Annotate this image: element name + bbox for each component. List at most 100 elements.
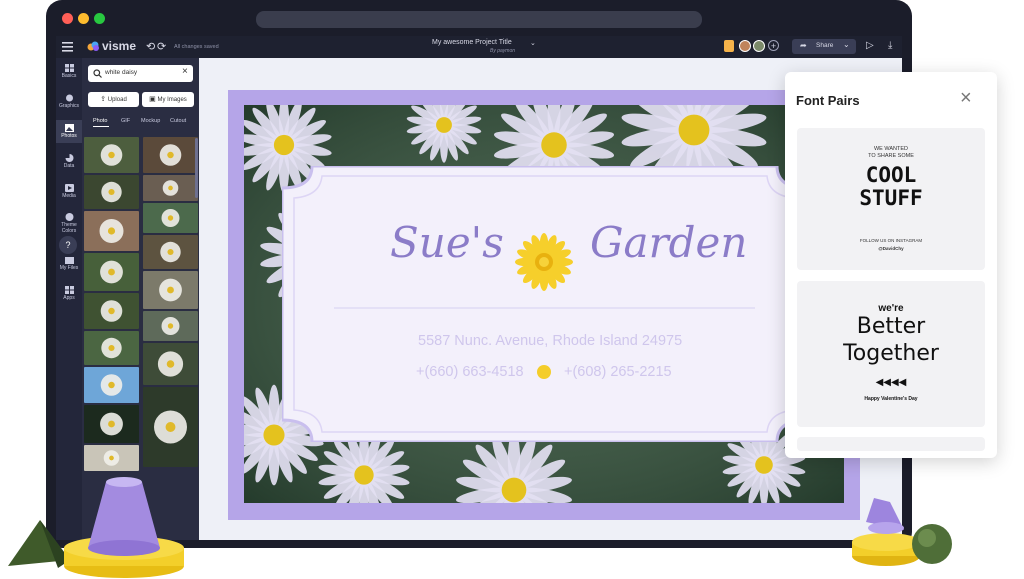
photo-thumbnail[interactable] <box>84 253 139 291</box>
visme-logo-text: visme <box>102 39 137 53</box>
card2-headline2: Together <box>843 341 939 366</box>
daisy-thumbnail-art <box>99 219 124 243</box>
clear-search-icon[interactable]: × <box>182 66 188 77</box>
daisy-thumbnail-art <box>100 300 123 322</box>
card2-line1: we're <box>878 303 904 314</box>
collaborator-avatar[interactable] <box>753 40 765 52</box>
card2-headline1: Better <box>856 314 926 339</box>
visme-logo-icon <box>87 41 99 51</box>
address-text[interactable]: 5587 Nunc. Avenue, Rhode Island 24975 <box>418 333 682 349</box>
sidebar-item-label: Apps <box>63 295 75 301</box>
photo-thumbnail[interactable] <box>143 137 198 173</box>
photo-thumbnail[interactable] <box>84 367 139 403</box>
hamburger-menu-icon[interactable] <box>62 42 73 52</box>
search-icon <box>93 69 102 78</box>
redo-icon[interactable]: ⟳ <box>157 40 166 53</box>
upload-icon: ⇪ <box>100 96 107 103</box>
card1-line1: WE WANTED <box>873 146 908 152</box>
sidebar-item-apps[interactable]: Apps <box>56 286 82 301</box>
photo-thumbnail[interactable] <box>84 211 139 251</box>
apps-icon <box>64 286 74 294</box>
label-frame-shape <box>282 166 807 442</box>
sidebar-item-label: My Files <box>59 265 79 271</box>
panel-scrollbar[interactable] <box>195 138 198 198</box>
sidebar-item-media[interactable]: Media <box>56 184 82 199</box>
my-images-button-label: My Images <box>157 97 187 103</box>
sidebar-item-data[interactable]: Data <box>56 154 82 169</box>
editor-toolbar: visme ⟲ ⟳ All changes saved My awesome P… <box>56 36 902 58</box>
daisy-thumbnail-art <box>159 278 182 302</box>
add-collaborator-icon[interactable]: + <box>768 40 779 51</box>
card1-handle: @DavidChy <box>878 246 904 251</box>
collaborator-avatar[interactable] <box>739 40 751 52</box>
photo-thumbnail[interactable] <box>143 271 198 309</box>
project-title-chevron-icon[interactable]: ⌄ <box>530 39 536 47</box>
download-icon[interactable]: ⤓ <box>888 40 892 51</box>
tab-photo[interactable]: Photo <box>93 118 107 124</box>
daisy-thumbnail-art <box>162 180 179 196</box>
font-pair-card-better-together[interactable]: we're Better Together ◀◀◀◀ Happy Valenti… <box>797 281 985 427</box>
maximize-window-dot[interactable] <box>94 13 105 24</box>
sidebar-item-graphics[interactable]: Graphics <box>56 94 82 109</box>
close-window-dot[interactable] <box>62 13 73 24</box>
sidebar-item-label: Theme Colors <box>61 222 77 234</box>
sidebar-item-label: Graphics <box>58 103 79 109</box>
daisy-thumbnail-art <box>160 241 181 263</box>
address-bar[interactable] <box>256 11 702 28</box>
tab-gif[interactable]: GIF <box>121 118 130 124</box>
sidebar-item-basics[interactable]: Basics <box>56 64 82 79</box>
card1-headline2: STUFF <box>859 186 923 210</box>
phone-2-text[interactable]: +(608) 265-2215 <box>564 364 672 380</box>
help-icon[interactable]: ? <box>59 236 77 254</box>
close-icon[interactable]: × <box>960 87 972 110</box>
sidebar-item-my-files[interactable]: My Files <box>56 256 82 271</box>
sidebar-item-theme-colors[interactable]: Theme Colors <box>56 213 82 234</box>
photo-thumbnail[interactable] <box>84 293 139 329</box>
photo-search-field[interactable]: white daisy × <box>88 65 193 82</box>
decorative-shapes-right <box>852 498 952 566</box>
search-input[interactable]: white daisy <box>105 69 137 76</box>
photo-thumbnail[interactable] <box>143 343 198 385</box>
font-pair-card-next[interactable] <box>797 437 985 451</box>
sunflower-icon[interactable] <box>514 232 574 292</box>
sidebar-item-label: Data <box>63 163 75 169</box>
photo-thumbnail[interactable] <box>84 405 139 443</box>
photo-thumbnail[interactable] <box>143 235 198 269</box>
photo-thumbnail[interactable] <box>143 311 198 341</box>
share-dropdown-chevron-icon[interactable]: ⌄ <box>843 40 850 49</box>
sidebar-item-label: Basics <box>61 73 77 79</box>
photo-thumbnail[interactable] <box>84 175 139 209</box>
photo-thumbnail[interactable] <box>143 387 198 467</box>
upload-button[interactable]: ⇪ Upload <box>88 92 139 107</box>
daisy-thumbnail-art <box>154 410 187 444</box>
share-icon: ➦ <box>800 41 807 50</box>
project-title[interactable]: My awesome Project Title <box>432 39 512 46</box>
photo-thumbnail[interactable] <box>84 331 139 365</box>
tab-mockup[interactable]: Mockup <box>141 118 160 124</box>
garden-label-card[interactable]: Sue's Garden 5587 Nunc. Avenue, Rhode Is… <box>282 166 807 442</box>
title-right-text[interactable]: Garden <box>590 218 747 267</box>
present-play-icon[interactable]: ▷ <box>866 40 874 51</box>
sidebar-item-photos[interactable]: Photos <box>56 120 82 143</box>
my-images-button[interactable]: ▣ My Images <box>142 92 194 107</box>
active-tab-indicator <box>93 126 109 127</box>
phone-1-text[interactable]: +(660) 663-4518 <box>416 364 524 380</box>
graphics-icon <box>65 94 73 102</box>
share-button[interactable]: ➦ Share ⌄ <box>792 39 856 54</box>
minimize-window-dot[interactable] <box>78 13 89 24</box>
image-icon: ▣ <box>149 96 156 103</box>
photo-thumbnail[interactable] <box>143 203 198 233</box>
photo-thumbnail[interactable] <box>84 137 139 173</box>
decorative-shapes-left <box>8 477 184 578</box>
tab-cutout[interactable]: Cutout <box>170 118 186 124</box>
daisy-thumbnail-art <box>159 144 182 166</box>
photos-icon <box>64 124 74 132</box>
photo-thumbnail[interactable] <box>143 175 198 201</box>
comments-icon[interactable] <box>724 40 734 52</box>
title-left-text[interactable]: Sue's <box>390 218 504 267</box>
daisy-thumbnail-art <box>101 181 122 203</box>
font-pair-card-cool-stuff[interactable]: WE WANTED TO SHARE SOME COOL STUFF FOLLO… <box>797 128 985 270</box>
undo-icon[interactable]: ⟲ <box>146 40 155 53</box>
card1-footer: FOLLOW US ON INSTAGRAM <box>859 238 923 243</box>
font-pairs-panel: Font Pairs × WE WANTED TO SHARE SOME COO… <box>785 72 997 458</box>
